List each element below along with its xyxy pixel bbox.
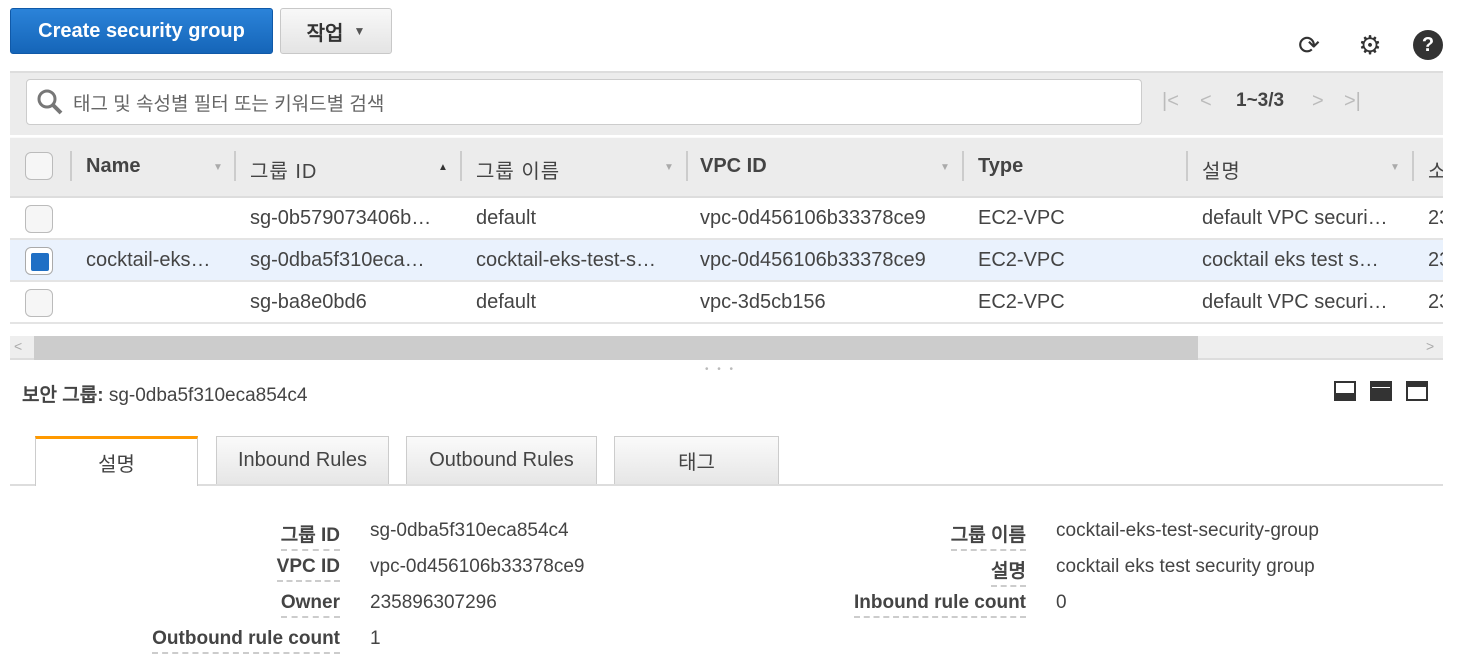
actions-label: 작업: [306, 22, 344, 45]
sort-icon[interactable]: ▼: [1390, 162, 1400, 173]
cell-desc: default VPC securi…: [1202, 207, 1388, 229]
row-checkbox[interactable]: [25, 289, 53, 317]
row-checkbox[interactable]: [25, 247, 53, 275]
cell-group-name: default: [476, 291, 537, 313]
detail-value: cocktail-eks-test-security-group: [1056, 520, 1319, 541]
tab-description[interactable]: 설명: [35, 436, 198, 486]
detail-value: cocktail eks test security group: [1056, 556, 1315, 577]
divider: [1186, 151, 1188, 181]
divider: [1412, 151, 1414, 181]
first-page-icon[interactable]: |<: [1162, 90, 1179, 113]
pane-large-icon[interactable]: [1406, 381, 1428, 401]
column-name[interactable]: Name: [86, 155, 140, 178]
cell-name: cocktail-eks…: [86, 249, 211, 271]
cell-owner: 23: [1428, 249, 1443, 271]
resize-handle[interactable]: • • •: [705, 364, 736, 375]
horizontal-scrollbar[interactable]: < >: [10, 336, 1443, 360]
sort-icon[interactable]: ▼: [213, 162, 223, 173]
tab-divider: [10, 484, 1443, 486]
detail-title-value: sg-0dba5f310eca854c4: [108, 385, 308, 406]
row-checkbox[interactable]: [25, 205, 53, 233]
select-all-checkbox[interactable]: [25, 152, 53, 180]
cell-desc: default VPC securi…: [1202, 291, 1388, 313]
sort-icon[interactable]: ▼: [664, 162, 674, 173]
detail-value: 235896307296: [370, 592, 497, 613]
divider: [70, 151, 72, 181]
prev-page-icon[interactable]: <: [1200, 90, 1212, 113]
detail-title: 보안 그룹: sg-0dba5f310eca854c4: [22, 380, 307, 407]
column-description[interactable]: 설명: [1202, 155, 1241, 184]
divider: [686, 151, 688, 181]
divider: [460, 151, 462, 181]
column-vpc-id[interactable]: VPC ID: [700, 155, 767, 178]
detail-value: 1: [370, 628, 381, 649]
cell-type: EC2-VPC: [978, 291, 1065, 313]
cell-type: EC2-VPC: [978, 249, 1065, 271]
detail-label: 그룹 ID: [280, 520, 340, 551]
cell-type: EC2-VPC: [978, 207, 1065, 229]
tab-outbound-rules[interactable]: Outbound Rules: [406, 436, 597, 484]
cell-group-id: sg-0dba5f310eca…: [250, 249, 425, 271]
cell-desc: cocktail eks test s…: [1202, 249, 1379, 271]
column-group-name[interactable]: 그룹 이름: [476, 155, 560, 184]
scrollbar-thumb[interactable]: [34, 336, 1198, 360]
detail-label: Inbound rule count: [853, 592, 1026, 618]
cell-vpc-id: vpc-3d5cb156: [700, 291, 826, 313]
tab-tags[interactable]: 태그: [614, 436, 779, 484]
search-input[interactable]: 태그 및 속성별 필터 또는 키워드별 검색: [26, 79, 1142, 125]
scroll-right-icon[interactable]: >: [1426, 338, 1434, 354]
detail-title-label: 보안 그룹:: [22, 385, 104, 406]
divider: [234, 151, 236, 181]
scroll-left-icon[interactable]: <: [14, 338, 22, 354]
cell-owner: 23: [1428, 291, 1443, 313]
detail-value: 0: [1056, 592, 1067, 613]
search-placeholder: 태그 및 속성별 필터 또는 키워드별 검색: [73, 93, 385, 115]
detail-label: 설명: [991, 556, 1026, 587]
chevron-down-icon: ▼: [353, 24, 366, 38]
sort-asc-icon[interactable]: ▲: [438, 162, 448, 173]
tab-inbound-rules[interactable]: Inbound Rules: [216, 436, 389, 484]
cell-vpc-id: vpc-0d456106b33378ce9: [700, 207, 926, 229]
detail-label: Owner: [280, 592, 340, 618]
divider: [962, 151, 964, 181]
detail-label: Outbound rule count: [152, 628, 340, 654]
detail-value: vpc-0d456106b33378ce9: [370, 556, 585, 577]
cell-vpc-id: vpc-0d456106b33378ce9: [700, 249, 926, 271]
gear-icon[interactable]: ⚙: [1355, 30, 1385, 60]
cell-group-id: sg-ba8e0bd6: [250, 291, 367, 313]
actions-dropdown[interactable]: 작업 ▼: [280, 8, 392, 54]
detail-label: VPC ID: [276, 556, 340, 582]
cell-group-name: cocktail-eks-test-s…: [476, 249, 657, 271]
detail-value: sg-0dba5f310eca854c4: [370, 520, 569, 541]
pane-medium-icon[interactable]: [1370, 381, 1392, 401]
page-range: 1~3/3: [1236, 90, 1285, 111]
refresh-icon[interactable]: ⟳: [1294, 30, 1324, 60]
cell-owner: 23: [1428, 207, 1443, 229]
column-group-id[interactable]: 그룹 ID: [250, 155, 317, 184]
last-page-icon[interactable]: >|: [1344, 90, 1361, 113]
help-icon[interactable]: ?: [1413, 30, 1443, 60]
search-icon: [37, 89, 63, 115]
column-type[interactable]: Type: [978, 155, 1023, 178]
pane-small-icon[interactable]: [1334, 381, 1356, 401]
cell-group-id: sg-0b579073406b…: [250, 207, 432, 229]
next-page-icon[interactable]: >: [1312, 90, 1324, 113]
detail-label: 그룹 이름: [950, 520, 1026, 551]
sort-icon[interactable]: ▼: [940, 162, 950, 173]
cell-group-name: default: [476, 207, 537, 229]
create-security-group-button[interactable]: Create security group: [10, 8, 273, 54]
column-owner[interactable]: 소: [1428, 155, 1443, 184]
